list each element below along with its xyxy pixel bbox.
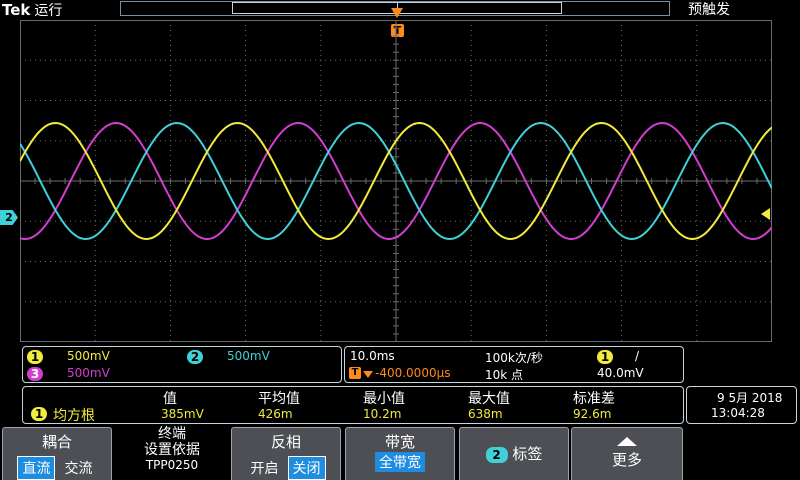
channel-3-scale: 500mV <box>67 366 110 380</box>
meas-header-mean: 平均值 <box>258 391 300 407</box>
bandwidth-softkey[interactable]: 带宽 全带宽 <box>345 427 455 480</box>
coupling-softkey[interactable]: 耦合 直流 交流 <box>2 427 112 480</box>
label-channel-badge: 2 <box>485 447 508 463</box>
bandwidth-title: 带宽 <box>384 433 415 451</box>
channel-1-badge[interactable]: 1 <box>27 350 43 364</box>
horizontal-scale: 10.0ms <box>350 349 395 363</box>
graticule <box>20 20 772 342</box>
meas-header-stddev: 标准差 <box>573 391 615 407</box>
channel-2-scale: 500mV <box>227 349 270 363</box>
trigger-level-arrow-icon[interactable] <box>761 208 770 220</box>
channel-2-badge[interactable]: 2 <box>187 350 203 364</box>
invert-title: 反相 <box>270 433 301 451</box>
termination-title: 终端 <box>158 426 186 442</box>
brand-status: Tek 运行 <box>2 0 62 20</box>
run-status: 运行 <box>34 3 63 19</box>
channel-1-scale: 500mV <box>67 349 110 363</box>
trigger-down-arrow-icon <box>363 371 373 378</box>
channel-2-ground-marker[interactable]: 2 <box>0 210 18 225</box>
channel-scale-panel[interactable]: 1 500mV 2 500mV 3 500mV <box>22 346 342 383</box>
invert-on-option[interactable]: 开启 <box>246 457 282 479</box>
trigger-slope-icon: / <box>635 349 640 363</box>
invert-off-option[interactable]: 关闭 <box>287 456 326 480</box>
measurement-panel[interactable]: 值 平均值 最小值 最大值 标准差 1 均方根 385mV 426m 10.2m… <box>22 386 684 424</box>
more-title: 更多 <box>611 451 642 469</box>
sample-rate: 100k次/秒 <box>485 351 543 365</box>
termination-probe: TPP0250 <box>145 458 199 472</box>
brand-logo: Tek <box>2 1 31 19</box>
trigger-position-arrow-icon[interactable] <box>391 8 403 18</box>
bandwidth-value: 全带宽 <box>375 452 425 472</box>
time: 13:04:28 <box>711 406 765 420</box>
timebase-trigger-panel[interactable]: 10.0ms 100k次/秒 1 / T -400.0000μs 10k 点 4… <box>344 346 684 383</box>
chevron-up-icon <box>617 437 637 446</box>
coupling-ac-option[interactable]: 交流 <box>61 457 97 479</box>
meas-min: 10.2m <box>363 407 402 421</box>
meas-value: 385mV <box>161 407 204 421</box>
meas-source-badge: 1 <box>31 407 47 421</box>
meas-header-max: 最大值 <box>468 391 510 407</box>
trigger-level: 40.0mV <box>597 366 644 380</box>
record-length: 10k 点 <box>485 368 524 382</box>
meas-mean: 426m <box>258 407 293 421</box>
meas-header-min: 最小值 <box>363 391 405 407</box>
meas-max: 638m <box>468 407 503 421</box>
meas-label-rms: 均方根 <box>53 408 95 424</box>
more-softkey[interactable]: 更多 <box>571 427 683 480</box>
invert-softkey[interactable]: 反相 开启 关闭 <box>231 427 341 480</box>
termination-setting: 设置依据 <box>144 442 200 458</box>
datetime-panel[interactable]: 9 5月 2018 13:04:28 <box>686 386 797 424</box>
channel-3-badge[interactable]: 3 <box>27 367 43 381</box>
label-softkey[interactable]: 2 标签 <box>459 427 569 480</box>
meas-stddev: 92.6m <box>573 407 612 421</box>
meas-header-value: 值 <box>163 391 177 407</box>
coupling-title: 耦合 <box>41 433 72 451</box>
label-title: 标签 <box>512 445 543 463</box>
trigger-position-icon: T <box>349 367 361 379</box>
date: 9 5月 2018 <box>717 391 783 405</box>
horizontal-position: -400.0000μs <box>375 366 451 380</box>
coupling-dc-option[interactable]: 直流 <box>17 456 56 480</box>
trigger-status: 预触发 <box>688 2 730 18</box>
waveform-display[interactable] <box>20 20 772 342</box>
termination-softkey[interactable]: 终端 设置依据 TPP0250 <box>114 426 230 480</box>
trigger-source-badge: 1 <box>597 350 613 364</box>
